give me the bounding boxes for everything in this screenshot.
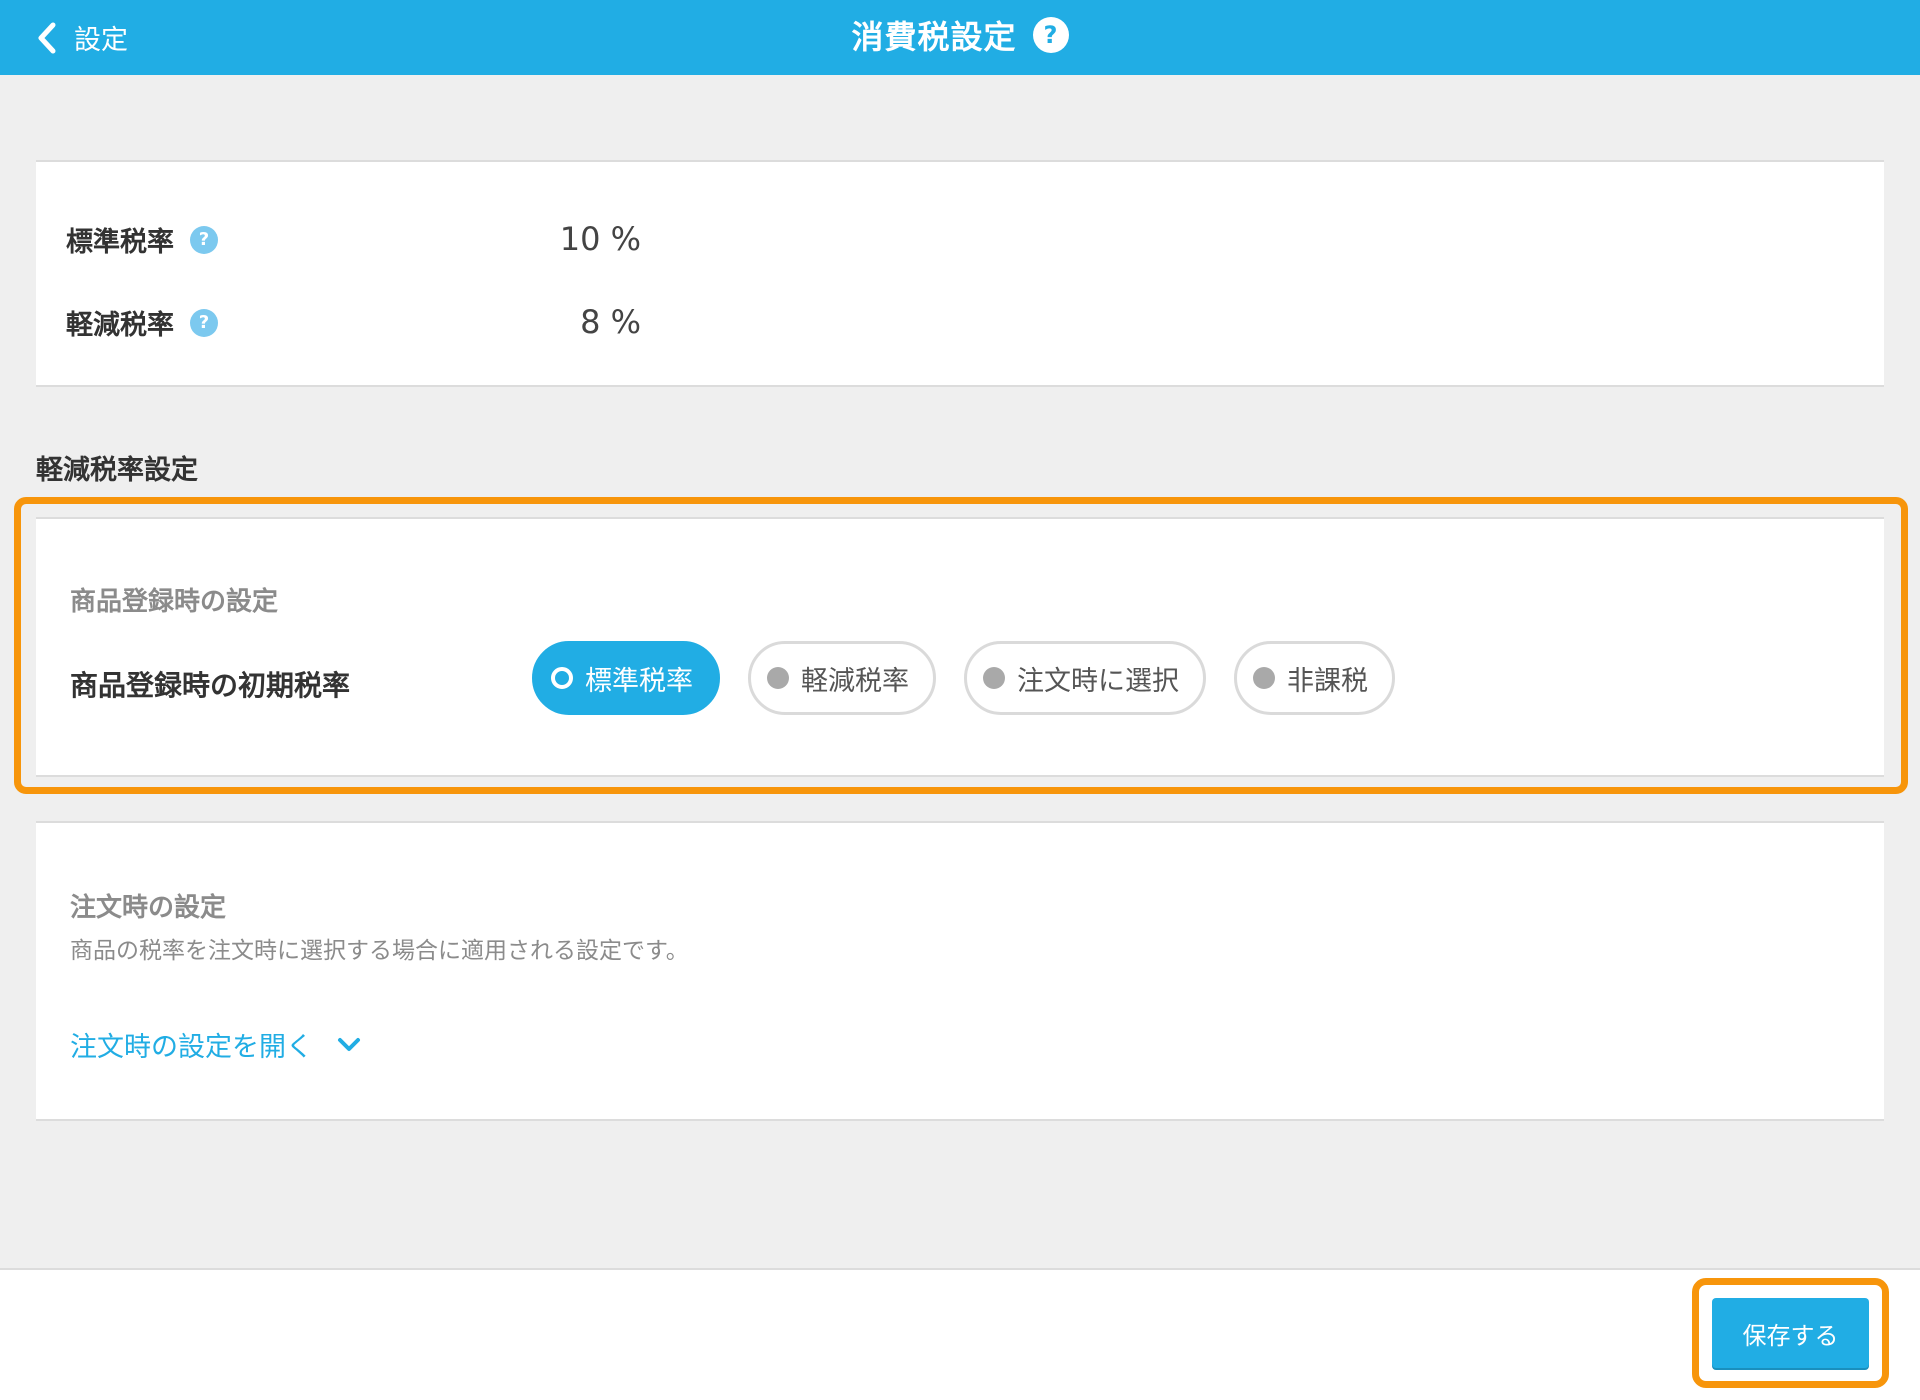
help-icon[interactable]: ? (1032, 17, 1069, 53)
standard-rate-label: 標準税率 (66, 227, 174, 258)
chevron-down-icon (338, 1037, 360, 1051)
reduced-rate-settings-title: 軽減税率設定 (36, 455, 198, 486)
title-wrap: 消費税設定 ? (0, 0, 1920, 70)
reduced-rate-label: 軽減税率 (66, 310, 174, 341)
reduced-rate-help-icon[interactable]: ? (190, 308, 218, 337)
standard-rate-row: 標準税率 ? (66, 220, 218, 259)
reduced-rate-row: 軽減税率 ? (66, 303, 218, 342)
order-settings-description: 商品の税率を注文時に選択する場合に適用される設定です。 (70, 938, 689, 964)
top-bar: 設定 消費税設定 ? (0, 0, 1920, 75)
save-button[interactable]: 保存する (1712, 1298, 1869, 1368)
tax-rate-card: 標準税率 ? 10 % 軽減税率 ? 8 % (36, 160, 1884, 387)
reduced-rate-value: 8 % (580, 303, 641, 341)
open-order-settings-link[interactable]: 注文時の設定を開く (70, 1025, 361, 1064)
order-settings-card: 注文時の設定 商品の税率を注文時に選択する場合に適用される設定です。 注文時の設… (36, 821, 1884, 1121)
page-title: 消費税設定 (851, 18, 1017, 56)
footer-bar (0, 1268, 1920, 1400)
order-settings-heading: 注文時の設定 (70, 893, 227, 923)
open-order-settings-label: 注文時の設定を開く (70, 1032, 313, 1063)
standard-rate-help-icon[interactable]: ? (190, 225, 218, 254)
standard-rate-value: 10 % (559, 220, 641, 258)
highlight-frame (14, 497, 1908, 794)
